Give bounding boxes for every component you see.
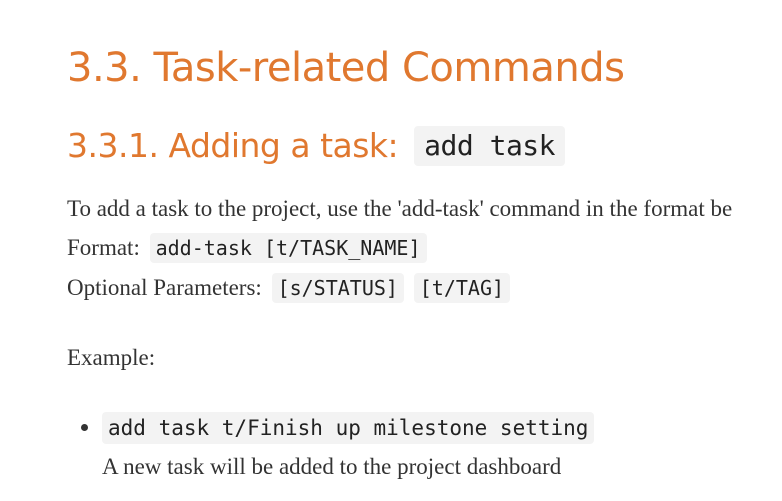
format-line: Format: add-task [t/TASK_NAME] xyxy=(67,233,427,263)
optional-parameters-line: Optional Parameters: [s/STATUS] [t/TAG] xyxy=(67,273,511,303)
example-command-code: add task t/Finish up milestone setting xyxy=(102,412,595,444)
example-list: add task t/Finish up milestone setting A… xyxy=(67,412,595,482)
example-description: A new task will be added to the project … xyxy=(102,454,562,479)
optional-parameter-status: [s/STATUS] xyxy=(271,273,404,303)
optional-parameters-label: Optional Parameters: xyxy=(67,275,262,300)
subsection-title: 3.3.1. Adding a task: add task xyxy=(67,124,566,168)
optional-parameter-tag: [t/TAG] xyxy=(413,273,511,303)
format-label: Format: xyxy=(67,235,140,260)
command-name-code: add task xyxy=(414,126,566,166)
list-item: add task t/Finish up milestone setting A… xyxy=(67,412,595,482)
example-label: Example: xyxy=(67,345,156,370)
document-page: 3.3. Task-related Commands 3.3.1. Adding… xyxy=(67,0,782,501)
section-title: 3.3. Task-related Commands xyxy=(67,45,625,91)
bullet-icon xyxy=(81,424,88,431)
format-code: add-task [t/TASK_NAME] xyxy=(149,233,427,263)
subsection-title-text: 3.3.1. Adding a task: xyxy=(67,126,399,165)
intro-paragraph: To add a task to the project, use the 'a… xyxy=(67,196,733,221)
